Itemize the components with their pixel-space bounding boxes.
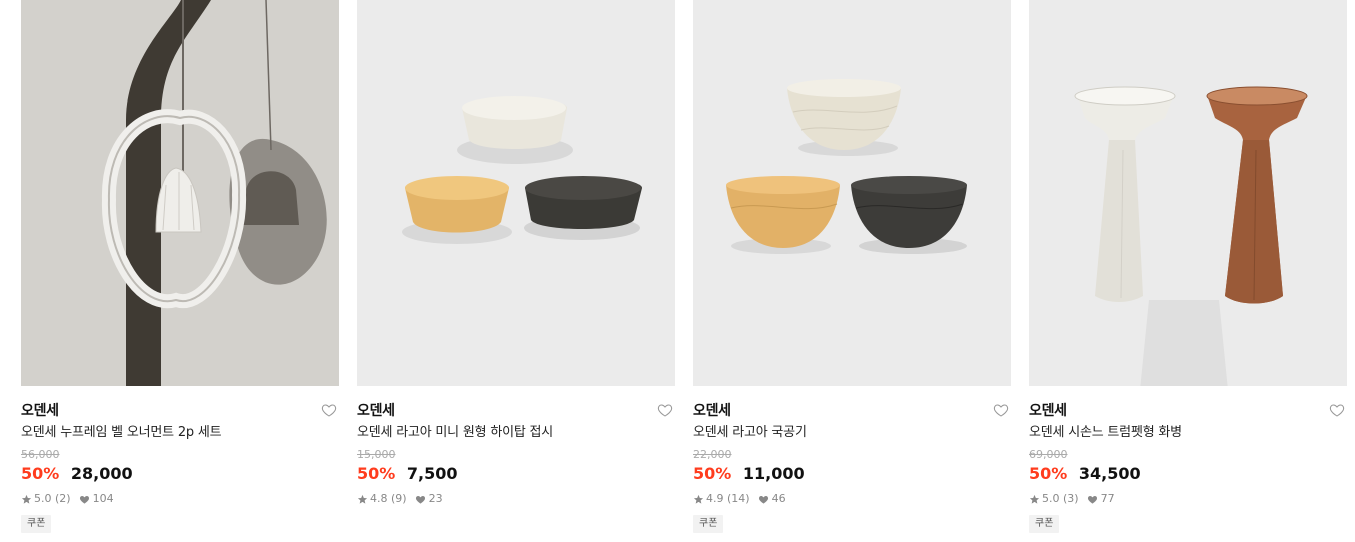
product-card[interactable]: 오덴세 오덴세 라고아 미니 원형 하이탑 접시 15,000 50% 7,50… bbox=[357, 0, 675, 533]
like-count: 77 bbox=[1100, 492, 1115, 505]
product-image[interactable] bbox=[21, 0, 339, 386]
heart-outline-icon[interactable] bbox=[657, 402, 673, 418]
original-price: 22,000 bbox=[693, 448, 732, 461]
brand-name[interactable]: 오덴세 bbox=[1029, 403, 1067, 419]
rating-value: 4.8 bbox=[370, 492, 388, 505]
sale-price: 11,000 bbox=[742, 464, 805, 483]
coupon-badge: 쿠폰 bbox=[693, 515, 724, 533]
like-count: 23 bbox=[428, 492, 443, 505]
product-meta: 4.9 (14) 46 bbox=[693, 492, 1011, 506]
product-image[interactable] bbox=[693, 0, 1011, 386]
rating-value: 5.0 bbox=[1042, 492, 1060, 505]
like-count: 46 bbox=[771, 492, 786, 505]
coupon-badge: 쿠폰 bbox=[1029, 515, 1060, 533]
discount-rate: 50% bbox=[357, 464, 396, 483]
product-name[interactable]: 오덴세 라고아 미니 원형 하이탑 접시 bbox=[357, 424, 675, 442]
brand-name[interactable]: 오덴세 bbox=[693, 403, 731, 419]
original-price: 56,000 bbox=[21, 448, 60, 461]
original-price: 15,000 bbox=[357, 448, 396, 461]
sale-price: 28,000 bbox=[70, 464, 133, 483]
product-card[interactable]: 오덴세 오덴세 누프레임 벨 오너먼트 2p 세트 56,000 50% 28,… bbox=[21, 0, 339, 533]
heart-icon bbox=[415, 496, 425, 504]
coupon-badge: 쿠폰 bbox=[21, 515, 52, 533]
heart-icon bbox=[758, 496, 768, 504]
heart-outline-icon[interactable] bbox=[1329, 402, 1345, 418]
sale-price: 7,500 bbox=[406, 464, 458, 483]
review-count: (14) bbox=[727, 492, 750, 505]
brand-name[interactable]: 오덴세 bbox=[357, 403, 395, 419]
price-row: 50% 34,500 bbox=[1029, 463, 1347, 485]
product-image[interactable] bbox=[1029, 0, 1347, 386]
product-image[interactable] bbox=[357, 0, 675, 386]
price-row: 50% 28,000 bbox=[21, 463, 339, 485]
product-meta: 4.8 (9) 23 bbox=[357, 492, 675, 506]
brand-name[interactable]: 오덴세 bbox=[21, 403, 59, 419]
heart-outline-icon[interactable] bbox=[321, 402, 337, 418]
brand-row: 오덴세 bbox=[21, 399, 339, 423]
sale-price: 34,500 bbox=[1078, 464, 1141, 483]
product-meta: 5.0 (2) 104 bbox=[21, 492, 339, 506]
price-row: 50% 7,500 bbox=[357, 463, 675, 485]
brand-row: 오덴세 bbox=[357, 399, 675, 423]
product-card[interactable]: 오덴세 오덴세 시손느 트럼펫형 화병 69,000 50% 34,500 5.… bbox=[1029, 0, 1347, 533]
heart-icon bbox=[79, 496, 89, 504]
product-name[interactable]: 오덴세 라고아 국공기 bbox=[693, 424, 1011, 442]
original-price: 69,000 bbox=[1029, 448, 1068, 461]
brand-row: 오덴세 bbox=[693, 399, 1011, 423]
heart-icon bbox=[1087, 496, 1097, 504]
brand-row: 오덴세 bbox=[1029, 399, 1347, 423]
discount-rate: 50% bbox=[1029, 464, 1068, 483]
review-count: (2) bbox=[55, 492, 71, 505]
product-meta: 5.0 (3) 77 bbox=[1029, 492, 1347, 506]
product-name[interactable]: 오덴세 누프레임 벨 오너먼트 2p 세트 bbox=[21, 424, 339, 442]
star-icon bbox=[693, 494, 704, 504]
like-count: 104 bbox=[92, 492, 114, 505]
heart-outline-icon[interactable] bbox=[993, 402, 1009, 418]
rating-value: 4.9 bbox=[706, 492, 724, 505]
star-icon bbox=[21, 494, 32, 504]
star-icon bbox=[357, 494, 368, 504]
product-grid: 오덴세 오덴세 누프레임 벨 오너먼트 2p 세트 56,000 50% 28,… bbox=[21, 0, 1347, 533]
star-icon bbox=[1029, 494, 1040, 504]
review-count: (3) bbox=[1063, 492, 1079, 505]
rating-value: 5.0 bbox=[34, 492, 52, 505]
review-count: (9) bbox=[391, 492, 407, 505]
product-name[interactable]: 오덴세 시손느 트럼펫형 화병 bbox=[1029, 424, 1347, 442]
discount-rate: 50% bbox=[21, 464, 60, 483]
discount-rate: 50% bbox=[693, 464, 732, 483]
price-row: 50% 11,000 bbox=[693, 463, 1011, 485]
product-card[interactable]: 오덴세 오덴세 라고아 국공기 22,000 50% 11,000 4.9 (1… bbox=[693, 0, 1011, 533]
